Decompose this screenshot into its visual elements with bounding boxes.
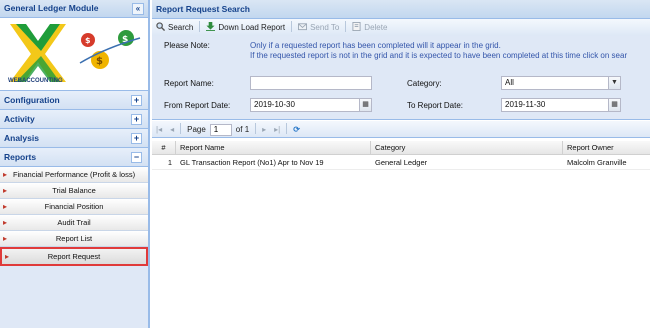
expand-icon[interactable]: + <box>131 95 142 106</box>
section-configuration[interactable]: Configuration + <box>0 91 148 110</box>
note-line-2: If the requested report is not in the gr… <box>250 51 628 60</box>
from-date-label: From Report Date: <box>164 101 231 110</box>
last-page-icon[interactable]: ▸| <box>270 121 284 138</box>
report-name-label: Report Name: <box>164 79 214 88</box>
send-to-button[interactable]: Send To <box>294 19 343 36</box>
note-line-1: Only if a requested report has been comp… <box>250 41 501 50</box>
download-report-button[interactable]: Down Load Report <box>202 19 289 36</box>
collapse-panel-button[interactable]: « <box>132 3 144 15</box>
category-select[interactable]: All ▼ <box>501 76 621 90</box>
calendar-icon[interactable]: ▦ <box>608 99 620 111</box>
chevron-down-icon[interactable]: ▼ <box>608 77 620 89</box>
from-date-field[interactable]: 2019-10-30 ▦ <box>250 98 372 112</box>
section-activity[interactable]: Activity + <box>0 110 148 129</box>
expand-icon[interactable]: + <box>131 133 142 144</box>
report-item-report-list[interactable]: ▸ Report List <box>0 231 148 247</box>
to-date-field[interactable]: 2019-11-30 ▦ <box>501 98 621 112</box>
toolbar: Search Down Load Report Send To Delete <box>152 19 650 37</box>
prev-page-icon[interactable]: ◂ <box>166 121 178 138</box>
download-icon <box>206 22 216 31</box>
report-item-label: Report Request <box>47 252 101 261</box>
page-number-input[interactable] <box>209 123 232 136</box>
report-item-audit-trail[interactable]: ▸ Audit Trail <box>0 215 148 231</box>
pager-separator <box>286 123 288 134</box>
toolbar-separator <box>291 21 293 32</box>
page-count-label: of 1 <box>235 125 250 134</box>
svg-text:$: $ <box>85 36 91 45</box>
section-label: Analysis <box>4 133 39 143</box>
section-reports[interactable]: Reports − <box>0 148 148 167</box>
pager-toolbar: |◂◂ Page of 1 ▸▸| ⟳ <box>152 121 650 138</box>
left-panel: General Ledger Module « $ $ $ WEBACCOUNT… <box>0 0 150 328</box>
column-header-number[interactable]: # <box>152 141 176 155</box>
send-to-label: Send To <box>310 23 340 32</box>
section-label: Activity <box>4 114 35 124</box>
send-icon <box>298 23 308 31</box>
calendar-icon[interactable]: ▦ <box>359 99 371 111</box>
search-form: Please Note: Only if a requested report … <box>152 36 650 120</box>
collapse-icon[interactable]: − <box>131 152 142 163</box>
left-panel-header: General Ledger Module « <box>0 0 148 18</box>
main-panel: Report Request Search Search Down Load R… <box>152 0 650 328</box>
download-button-label: Down Load Report <box>218 23 286 32</box>
report-item-label: Audit Trail <box>57 218 91 227</box>
section-analysis[interactable]: Analysis + <box>0 129 148 148</box>
from-date-value: 2019-10-30 <box>254 100 295 109</box>
row-category: General Ledger <box>375 158 428 167</box>
first-page-icon[interactable]: |◂ <box>152 121 166 138</box>
search-icon <box>156 22 165 31</box>
arrow-icon: ▸ <box>3 234 8 243</box>
toolbar-separator <box>345 21 347 32</box>
pager-separator <box>180 123 182 134</box>
column-header-category[interactable]: Category <box>371 141 563 155</box>
page-title: Report Request Search <box>156 4 250 14</box>
module-title: General Ledger Module <box>4 3 99 13</box>
row-report-name: GL Transaction Report (No1) Apr to Nov 1… <box>180 158 324 167</box>
report-item-financial-position[interactable]: ▸ Financial Position <box>0 199 148 215</box>
arrow-icon: ▸ <box>5 252 10 261</box>
report-item-label: Financial Position <box>44 202 104 211</box>
report-item-label: Report List <box>55 234 93 243</box>
report-item-label: Trial Balance <box>52 186 96 195</box>
main-panel-header: Report Request Search <box>152 0 650 19</box>
to-date-value: 2019-11-30 <box>505 100 546 109</box>
report-item-label: Financial Performance (Profit & loss) <box>12 170 136 179</box>
grid-header: # Report Name Category Report Owner <box>152 141 650 155</box>
toolbar-separator <box>199 21 201 32</box>
delete-label: Delete <box>364 23 388 32</box>
arrow-icon: ▸ <box>3 186 8 195</box>
report-name-input[interactable] <box>250 76 372 90</box>
expand-icon[interactable]: + <box>131 114 142 125</box>
section-label: Configuration <box>4 95 60 105</box>
row-number: 1 <box>167 158 172 167</box>
report-item-report-request[interactable]: ▸ Report Request <box>0 247 148 266</box>
search-button-label: Search <box>168 23 194 32</box>
to-date-label: To Report Date: <box>407 101 464 110</box>
row-report-owner: Malcolm Granville <box>567 158 627 167</box>
column-header-report-owner[interactable]: Report Owner <box>563 141 650 155</box>
next-page-icon[interactable]: ▸ <box>258 121 270 138</box>
pager-separator <box>255 123 257 134</box>
arrow-icon: ▸ <box>3 218 8 227</box>
report-item-trial-balance[interactable]: ▸ Trial Balance <box>0 183 148 199</box>
arrow-icon: ▸ <box>3 202 8 211</box>
category-label: Category: <box>407 79 442 88</box>
page-label: Page <box>187 125 206 134</box>
delete-icon <box>352 22 361 31</box>
delete-button[interactable]: Delete <box>348 19 391 36</box>
logo: $ $ $ WEBACCOUNTING <box>0 18 148 91</box>
svg-text:$: $ <box>96 56 103 67</box>
refresh-icon[interactable]: ⟳ <box>289 121 304 138</box>
note-label: Please Note: <box>164 41 210 50</box>
section-label: Reports <box>4 152 37 162</box>
table-row[interactable]: 1 GL Transaction Report (No1) Apr to Nov… <box>152 156 650 170</box>
logo-text: WEBACCOUNTING <box>8 78 63 84</box>
column-header-report-name[interactable]: Report Name <box>176 141 371 155</box>
category-value: All <box>505 78 514 87</box>
report-item-financial-performance[interactable]: ▸ Financial Performance (Profit & loss) <box>0 167 148 183</box>
arrow-icon: ▸ <box>3 170 8 179</box>
search-button[interactable]: Search <box>152 19 197 36</box>
